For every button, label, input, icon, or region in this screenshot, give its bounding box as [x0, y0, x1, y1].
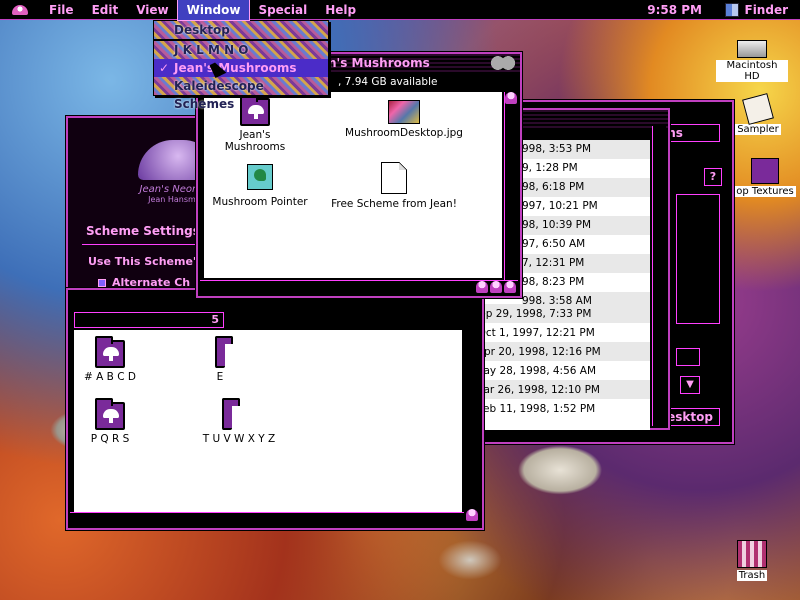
free-scheme-file[interactable]: Free Scheme from Jean! — [324, 162, 464, 210]
menu-view[interactable]: View — [127, 0, 177, 20]
check-icon: ✓ — [159, 61, 170, 75]
alpha-resize[interactable] — [466, 509, 478, 524]
help-icon[interactable]: ? — [704, 168, 722, 186]
mushroom-desktop-label: MushroomDesktop.jpg — [345, 127, 463, 139]
sampler-icon[interactable]: Sampler — [730, 93, 786, 135]
date-cell: 98, 8:23 PM — [522, 273, 650, 292]
list-field-small[interactable] — [676, 348, 700, 366]
date-cell: 98, 10:39 PM — [522, 216, 650, 235]
textures-icon[interactable]: op Textures — [730, 158, 800, 197]
sampler-label: Sampler — [735, 124, 781, 135]
folder-abcd[interactable]: # A B C D — [80, 336, 140, 383]
menu-file[interactable]: File — [40, 0, 83, 20]
alpha-window: 5 # A B C D E P Q R S T U V W X Y Z — [66, 288, 484, 530]
menu-window[interactable]: Window — [176, 0, 251, 21]
apple-menu-icon[interactable] — [0, 0, 40, 20]
list-field — [676, 194, 720, 324]
date-cell: 9, 1:28 PM — [522, 159, 650, 178]
trash-icon[interactable]: Trash — [730, 540, 774, 581]
date-cell: 7, 12:31 PM — [522, 254, 650, 273]
dates-top-column: 998, 3:53 PM 9, 1:28 PM 98, 6:18 PM 997, 10… — [522, 140, 650, 311]
menu-special[interactable]: Special — [249, 0, 316, 20]
folder-e[interactable]: E — [210, 336, 233, 383]
folder-tuvwxyz-label: T U V W X Y Z — [202, 433, 276, 445]
folder-e-label: E — [216, 371, 224, 383]
app-name: Finder — [744, 3, 789, 17]
mushroom-pointer-label: Mushroom Pointer — [212, 196, 308, 208]
finder-icon — [724, 3, 739, 17]
menu-clock[interactable]: 9:58 PM — [647, 0, 702, 20]
alpha-header-num: 5 — [211, 313, 219, 326]
use-scheme-label: Use This Scheme' — [88, 255, 197, 268]
macintosh-hd-icon[interactable]: Macintosh HD — [716, 40, 788, 82]
folder-pqrs[interactable]: P Q R S — [80, 398, 140, 445]
dates-scrollbar[interactable] — [652, 126, 666, 426]
free-scheme-label: Free Scheme from Jean! — [331, 198, 457, 210]
folder-pqrs-label: P Q R S — [90, 433, 130, 445]
menu-item-jeans-mushrooms[interactable]: ✓ Jean's Mushrooms — [154, 59, 328, 77]
mushrooms-content: Jean's Mushrooms MushroomDesktop.jpg Mus… — [204, 92, 502, 278]
mushroom-pointer-file[interactable]: Mushroom Pointer — [210, 164, 310, 208]
mushrooms-hscroll[interactable] — [200, 280, 518, 294]
menu-help[interactable]: Help — [316, 0, 365, 20]
menu-item-jeans-mushrooms-label: Jean's Mushrooms — [174, 61, 297, 75]
mushroom-desktop-file[interactable]: MushroomDesktop.jpg — [344, 100, 464, 139]
alternate-checkbox[interactable] — [98, 278, 106, 287]
alpha-header: 5 — [74, 312, 224, 328]
menu-item-kaleidescope[interactable]: Kaleidescope Schemes — [154, 77, 328, 111]
date-cell: 998, 3:53 PM — [522, 140, 650, 159]
menu-item-desktop[interactable]: Desktop — [154, 21, 328, 39]
folder-abcd-label: # A B C D — [84, 371, 136, 383]
mushrooms-zoom-icon[interactable] — [490, 56, 516, 70]
folder-tuvwxyz[interactable]: T U V W X Y Z — [194, 398, 284, 445]
list-dropdown[interactable]: ▼ — [680, 376, 700, 394]
macintosh-hd-label: Macintosh HD — [716, 60, 788, 82]
alpha-hscroll[interactable] — [70, 512, 464, 526]
scheme-settings-tab[interactable]: Scheme Settings — [86, 224, 200, 238]
window-menu: Desktop J K L M N O ✓ Jean's Mushrooms K… — [153, 20, 329, 111]
menu-item-jklmno[interactable]: J K L M N O — [154, 41, 328, 59]
app-switcher[interactable]: Finder — [724, 0, 789, 20]
desktop: Macintosh HD Sampler op Textures Trash J… — [0, 0, 800, 600]
menu-bar: File Edit View Window Special Help 9:58 … — [0, 0, 800, 21]
textures-label: op Textures — [734, 186, 796, 197]
date-cell: 98, 6:18 PM — [522, 178, 650, 197]
date-cell: 97, 6:50 AM — [522, 235, 650, 254]
jeans-mushrooms-label: Jean's Mushrooms — [224, 129, 286, 153]
menu-edit[interactable]: Edit — [83, 0, 128, 20]
date-cell: 997, 10:21 PM — [522, 197, 650, 216]
trash-label: Trash — [736, 570, 768, 581]
alpha-content: # A B C D E P Q R S T U V W X Y Z — [74, 330, 462, 512]
mushrooms-vscroll[interactable] — [504, 92, 518, 280]
